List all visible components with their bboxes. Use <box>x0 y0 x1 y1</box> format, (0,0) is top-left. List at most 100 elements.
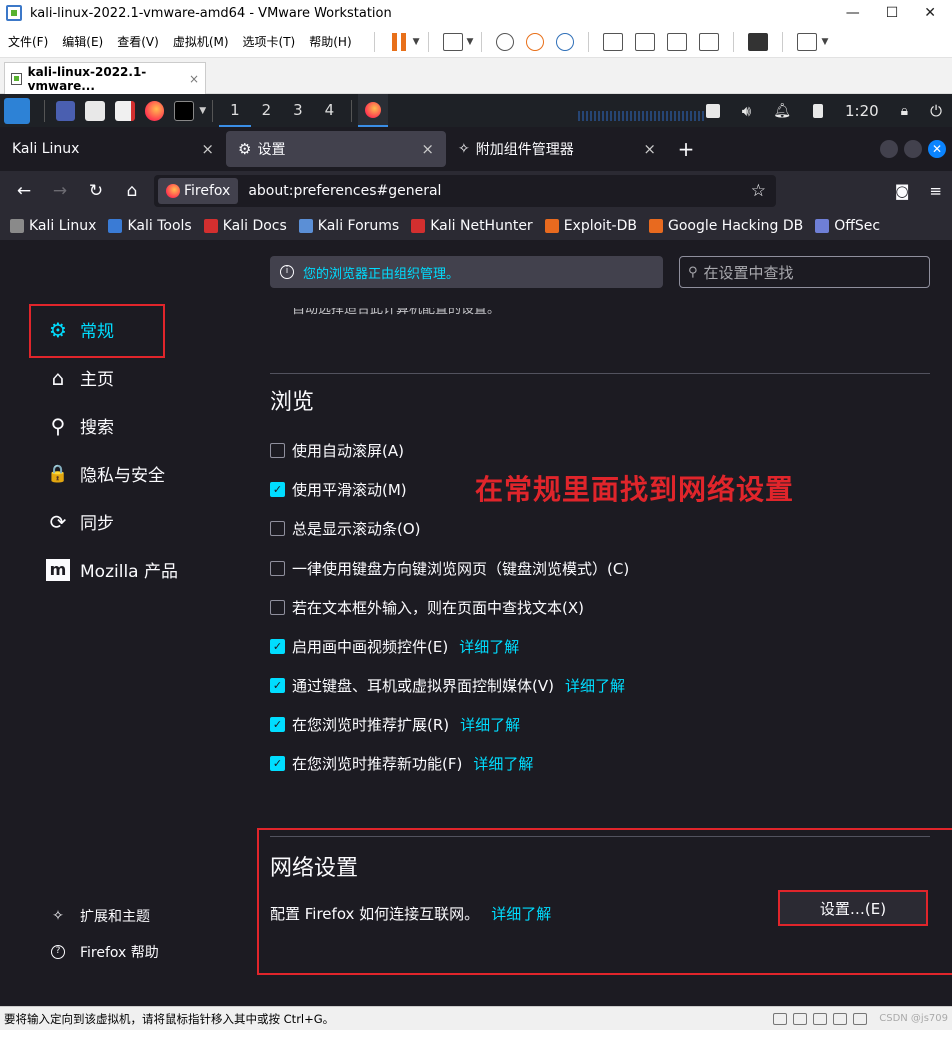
learn-more-link[interactable]: 详细了解 <box>473 753 533 774</box>
learn-more-link[interactable]: 详细了解 <box>459 636 519 657</box>
category-home[interactable]: ⌂ 主页 <box>46 365 114 391</box>
menu-file[interactable]: 文件(F) <box>8 33 48 50</box>
bookmark-star-icon[interactable]: ☆ <box>751 181 772 201</box>
option-recommend-features[interactable]: ✓ 在您浏览时推荐新功能(F) 详细了解 <box>270 753 533 774</box>
close-window-button[interactable]: ✕ <box>924 5 936 21</box>
option-media-control[interactable]: ✓ 通过键盘、耳机或虚拟界面控制媒体(V) 详细了解 <box>270 675 625 696</box>
stretch-icon[interactable] <box>797 32 818 51</box>
menu-tabs[interactable]: 选项卡(T) <box>243 33 296 50</box>
option-caret-browsing[interactable]: 一律使用键盘方向键浏览网页（键盘浏览模式）(C) <box>270 558 629 579</box>
cd-icon[interactable] <box>793 1012 808 1025</box>
bookmark-exploit-db[interactable]: Exploit-DB <box>544 218 637 234</box>
pause-icon[interactable] <box>389 32 409 51</box>
bookmark-kali-tools[interactable]: Kali Tools <box>108 218 192 234</box>
maximize-dot-icon[interactable] <box>904 140 922 158</box>
power-icon[interactable]: ⏻ <box>930 102 942 120</box>
minimize-button[interactable]: — <box>846 5 860 21</box>
desktop-icon[interactable] <box>55 100 76 121</box>
snapshot-manager-icon[interactable] <box>556 32 575 51</box>
clock[interactable]: 1:20 <box>845 102 879 120</box>
close-tab-icon[interactable]: × <box>643 140 656 158</box>
settings-search-input[interactable]: ⚲ 在设置中查找 <box>679 256 930 288</box>
bookmark-kali-forums[interactable]: Kali Forums <box>298 218 399 234</box>
console-icon[interactable] <box>748 32 769 51</box>
text-editor-icon[interactable] <box>115 100 135 121</box>
tab-addons[interactable]: ✧ 附加组件管理器 × <box>446 127 668 171</box>
sound-icon[interactable] <box>853 1012 868 1025</box>
close-tab-icon[interactable]: × <box>201 140 214 158</box>
lock-screen-icon[interactable]: 🔒︎ <box>901 103 908 119</box>
workspace-2[interactable]: 2 <box>251 94 283 127</box>
learn-more-link[interactable]: 详细了解 <box>565 675 625 696</box>
menu-view[interactable]: 查看(V) <box>117 33 159 50</box>
hamburger-menu-icon[interactable]: ≡ <box>929 182 942 200</box>
category-sync[interactable]: ⟳ 同步 <box>46 509 114 535</box>
bookmark-offsec[interactable]: OffSec <box>815 218 880 234</box>
chevron-down-icon[interactable]: ▼ <box>199 106 206 116</box>
network-adapter-icon[interactable] <box>813 1012 828 1025</box>
reload-button[interactable]: ↻ <box>78 181 114 201</box>
category-general[interactable]: ⚙ 常规 <box>46 317 114 343</box>
maximize-button[interactable]: ☐ <box>886 5 899 21</box>
menu-vm[interactable]: 虚拟机(M) <box>173 33 229 50</box>
usb-icon[interactable] <box>833 1012 848 1025</box>
workspace-3[interactable]: 3 <box>282 94 314 127</box>
identity-badge[interactable]: Firefox <box>158 178 239 204</box>
battery-icon[interactable] <box>812 103 823 118</box>
bookmark-google-hacking-db[interactable]: Google Hacking DB <box>648 218 803 234</box>
bookmark-kali-docs[interactable]: Kali Docs <box>203 218 287 234</box>
workspace-4[interactable]: 4 <box>314 94 346 127</box>
category-search[interactable]: ⚲ 搜索 <box>46 413 114 439</box>
category-mozilla-products[interactable]: m Mozilla 产品 <box>46 557 178 582</box>
vm-tab[interactable]: kali-linux-2022.1-vmware... × <box>4 62 206 94</box>
checkbox-checked[interactable]: ✓ <box>270 717 285 732</box>
checkbox[interactable] <box>270 561 285 576</box>
checkbox[interactable] <box>270 600 285 615</box>
option-find-as-you-type[interactable]: 若在文本框外输入，则在页面中查找文本(X) <box>270 597 584 618</box>
close-tab-icon[interactable]: × <box>421 140 434 158</box>
menu-edit[interactable]: 编辑(E) <box>62 33 103 50</box>
screen-icon[interactable] <box>705 103 720 118</box>
bookmark-kali-linux[interactable]: Kali Linux <box>10 218 96 234</box>
option-smooth-scroll[interactable]: ✓ 使用平滑滚动(M) <box>270 479 407 500</box>
pocket-icon[interactable]: ◙ <box>895 182 910 200</box>
volume-icon[interactable]: 🔊︎ <box>742 102 751 120</box>
close-browser-icon[interactable]: ✕ <box>928 140 946 158</box>
menu-help[interactable]: 帮助(H) <box>309 33 351 50</box>
category-privacy[interactable]: 🔒 隐私与安全 <box>46 461 165 487</box>
firefox-taskbar-item[interactable] <box>358 94 388 127</box>
option-picture-in-picture[interactable]: ✓ 启用画中画视频控件(E) 详细了解 <box>270 636 519 657</box>
option-recommend-extensions[interactable]: ✓ 在您浏览时推荐扩展(R) 详细了解 <box>270 714 520 735</box>
learn-more-link[interactable]: 详细了解 <box>460 714 520 735</box>
file-manager-icon[interactable] <box>85 100 105 121</box>
unity-icon[interactable] <box>699 32 720 51</box>
minimize-dot-icon[interactable] <box>880 140 898 158</box>
checkbox-checked[interactable]: ✓ <box>270 639 285 654</box>
terminal-icon[interactable] <box>174 100 195 121</box>
sidebar-view-icon[interactable] <box>603 32 624 51</box>
checkbox[interactable] <box>270 443 285 458</box>
new-tab-button[interactable]: + <box>668 137 704 161</box>
network-settings-button[interactable]: 设置…(E) <box>778 890 928 926</box>
url-text[interactable]: about:preferences#general <box>248 183 441 199</box>
tab-settings[interactable]: ⚙ 设置 × <box>226 131 446 167</box>
fullscreen-icon[interactable] <box>667 32 688 51</box>
back-button[interactable]: ← <box>6 181 42 201</box>
checkbox[interactable] <box>270 521 285 536</box>
chevron-down-icon[interactable]: ▼ <box>467 37 474 47</box>
chevron-down-icon[interactable]: ▼ <box>821 37 828 47</box>
thumbnail-view-icon[interactable] <box>635 32 656 51</box>
chevron-down-icon[interactable]: ▼ <box>413 37 420 47</box>
forward-button[interactable]: → <box>42 181 78 201</box>
url-bar[interactable]: Firefox about:preferences#general ☆ <box>154 175 776 207</box>
checkbox-checked[interactable]: ✓ <box>270 678 285 693</box>
send-ctrl-alt-del-icon[interactable] <box>442 32 463 51</box>
firefox-help-link[interactable]: ? Firefox 帮助 <box>48 942 159 962</box>
close-tab-icon[interactable]: × <box>189 72 199 86</box>
option-show-scrollbars[interactable]: 总是显示滚动条(O) <box>270 518 421 539</box>
checkbox-checked[interactable]: ✓ <box>270 756 285 771</box>
checkbox-checked[interactable]: ✓ <box>270 482 285 497</box>
notification-bell-icon[interactable]: 🔔︎ <box>773 103 791 119</box>
learn-more-link[interactable]: 详细了解 <box>491 903 551 924</box>
policy-notice[interactable]: i 您的浏览器正由组织管理。 <box>270 256 663 288</box>
